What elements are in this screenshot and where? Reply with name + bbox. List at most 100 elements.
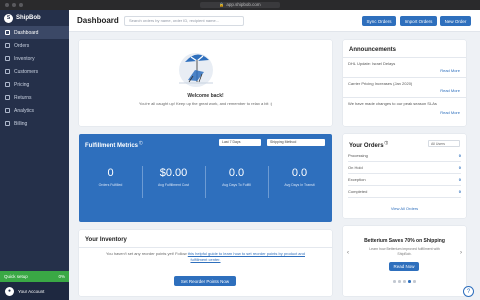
read-more-link[interactable]: Read More	[440, 68, 460, 73]
help-icon[interactable]: ?	[463, 286, 474, 297]
set-reorder-points-button[interactable]: Set Reorder Points Now	[174, 276, 236, 286]
order-status-label: Processing	[348, 153, 368, 158]
carousel-dot[interactable]	[398, 280, 401, 283]
metric-label: Avg Days In Transit	[284, 183, 315, 187]
brand-name: ShipBob	[16, 15, 41, 21]
analytics-icon	[5, 108, 10, 113]
announcement-text: Carrier Pricing Increases (Jan 2020)	[348, 81, 413, 86]
order-status-label: Exception	[348, 177, 366, 182]
quick-setup-label: Quick setup	[4, 274, 28, 279]
read-now-button[interactable]: Read Now	[389, 262, 419, 271]
dashboard-icon	[5, 30, 10, 35]
sidebar-item-pricing[interactable]: Pricing	[0, 78, 69, 91]
avatar: ●	[5, 286, 14, 296]
beach-chair-illustration-icon	[179, 53, 213, 87]
sidebar-item-label: Customers	[14, 68, 39, 75]
divider	[343, 77, 466, 78]
inventory-text: You haven't set any reorder points yet! …	[106, 251, 187, 256]
metric-label: Avg Fulfillment Cost	[157, 183, 190, 187]
brand[interactable]: S ShipBob	[4, 13, 41, 23]
sidebar-item-inventory[interactable]: Inventory	[0, 52, 69, 65]
sidebar-item-label: Orders	[14, 42, 30, 49]
welcome-title: Welcome back!	[187, 93, 224, 99]
search-input[interactable]: Search orders by name, order ID, recipie…	[124, 16, 244, 26]
metric-orders-fulfilled: 0 Orders Fulfilled	[79, 167, 142, 187]
sidebar: S ShipBob Dashboard Orders Inventory Cus…	[0, 10, 69, 300]
inventory-icon	[5, 56, 10, 61]
divider	[343, 57, 466, 58]
reorder-guide-link[interactable]: this helpful guide to learn how to set r…	[188, 251, 305, 262]
chevron-right-icon[interactable]: ›	[460, 250, 462, 256]
orders-icon	[5, 43, 10, 48]
lock-icon: 🔒	[219, 2, 225, 7]
announcement-text: DHL Update: Israel Delays	[348, 61, 396, 66]
orders-user-filter[interactable]: All Users	[428, 140, 460, 147]
maximize-window-dot[interactable]	[19, 3, 23, 7]
quick-setup-percent: 0%	[58, 274, 65, 279]
sidebar-item-returns[interactable]: Returns	[0, 91, 69, 104]
divider	[79, 247, 332, 248]
pricing-icon	[5, 82, 10, 87]
metrics-title-text: Fulfillment Metrics	[85, 143, 139, 149]
metric-label: Avg Days To Fulfill	[222, 183, 251, 187]
quick-setup-bar[interactable]: Quick setup 0%	[0, 271, 69, 282]
close-window-dot[interactable]	[5, 3, 9, 7]
orders-card: Your Orders ⓘ All Users Processing 0 On H…	[343, 134, 466, 218]
read-more-link[interactable]: Read More	[440, 110, 460, 115]
minimize-window-dot[interactable]	[12, 3, 16, 7]
order-status-label: On Hold	[348, 165, 363, 170]
announcement-text: We have made changes to our peak season …	[348, 101, 437, 106]
order-status-row[interactable]: Exception 0	[348, 174, 461, 186]
promo-card: Betterium Saves 70% on Shipping Learn ho…	[343, 226, 466, 296]
metrics-title: Fulfillment Metrics ⓘ	[85, 141, 143, 149]
account-menu[interactable]: ● Your Account	[0, 282, 69, 300]
info-icon[interactable]: ⓘ	[384, 141, 389, 145]
sidebar-item-customers[interactable]: Customers	[0, 65, 69, 78]
new-order-button[interactable]: New Order	[440, 16, 471, 26]
orders-title-text: Your Orders	[349, 143, 384, 149]
main-content: Dashboard Search orders by name, order I…	[69, 10, 480, 300]
divider	[343, 97, 466, 98]
window-controls[interactable]	[5, 3, 23, 7]
carousel-dot[interactable]	[403, 280, 406, 283]
sidebar-item-billing[interactable]: Billing	[0, 117, 69, 130]
inventory-title: Your Inventory	[85, 237, 127, 243]
metric-label: Orders Fulfilled	[98, 183, 123, 187]
sidebar-item-orders[interactable]: Orders	[0, 39, 69, 52]
date-range-select[interactable]: Last 7 Days	[219, 139, 261, 146]
sidebar-item-label: Dashboard	[14, 29, 39, 36]
sidebar-item-label: Billing	[14, 120, 28, 127]
sidebar-item-label: Returns	[14, 94, 32, 101]
sync-orders-button[interactable]: Sync Orders	[362, 16, 396, 26]
chevron-left-icon[interactable]: ‹	[347, 250, 349, 256]
carousel-dots	[393, 280, 416, 283]
metric-avg-fulfillment-cost: $0.00 Avg Fulfillment Cost	[142, 167, 205, 187]
sidebar-item-label: Inventory	[14, 55, 35, 62]
sidebar-item-dashboard[interactable]: Dashboard	[0, 26, 69, 39]
order-status-count: 0	[458, 189, 461, 194]
read-more-link[interactable]: Read More	[440, 88, 460, 93]
order-status-count: 0	[458, 165, 461, 170]
shipping-method-select[interactable]: Shipping Method	[267, 139, 325, 146]
order-status-row[interactable]: Processing 0	[348, 150, 461, 162]
order-status-row[interactable]: Completed 0	[348, 186, 461, 198]
metric-value: 0.0	[291, 167, 308, 179]
info-icon[interactable]: ⓘ	[138, 141, 143, 145]
metric-avg-days-to-fulfill: 0.0 Avg Days To Fulfill	[205, 167, 268, 187]
metric-value: $0.00	[159, 167, 188, 179]
import-orders-button[interactable]: Import Orders	[400, 16, 437, 26]
carousel-dot[interactable]	[413, 280, 416, 283]
order-status-count: 0	[458, 153, 461, 158]
carousel-dot-active[interactable]	[408, 280, 411, 283]
order-status-count: 0	[458, 177, 461, 182]
view-all-orders-link[interactable]: View All Orders	[343, 206, 466, 211]
carousel-dot[interactable]	[393, 280, 396, 283]
inventory-message: You haven't set any reorder points yet! …	[99, 251, 312, 263]
sidebar-item-analytics[interactable]: Analytics	[0, 104, 69, 117]
order-status-row[interactable]: On Hold 0	[348, 162, 461, 174]
metric-avg-days-in-transit: 0.0 Avg Days In Transit	[268, 167, 331, 187]
shipbob-logo-icon: S	[4, 13, 13, 23]
metric-value: 0	[107, 167, 114, 179]
page-title: Dashboard	[77, 16, 119, 25]
address-bar[interactable]: 🔒 app.shipbob.com	[200, 2, 280, 8]
